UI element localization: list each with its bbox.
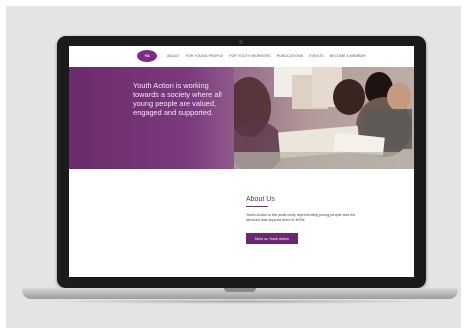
site-navigation: YA About For young people For youth work…	[69, 46, 414, 68]
about-title: About Us	[246, 196, 275, 203]
laptop-shadow	[40, 299, 440, 304]
about-section: About Us Youth Action is the peak body r…	[246, 196, 386, 244]
lid-notch	[224, 288, 256, 292]
more-button[interactable]: More on Youth Action	[246, 233, 298, 244]
nav-item-about[interactable]: About	[167, 54, 180, 58]
nav-item-youth-workers[interactable]: For youth workers	[229, 54, 270, 58]
laptop-screen: YA About For young people For youth work…	[69, 46, 414, 277]
nav-item-events[interactable]: Events	[309, 54, 324, 58]
about-body: Youth Action is the peak body representi…	[246, 213, 356, 222]
nav-menu: About For young people For youth workers…	[167, 54, 366, 58]
nav-item-publications[interactable]: Publications	[277, 54, 304, 58]
hero-banner: Youth Action is working towards a societ…	[69, 67, 414, 169]
hero-tagline: Youth Action is working towards a societ…	[133, 81, 222, 117]
laptop-base	[22, 288, 458, 299]
youth-action-logo[interactable]: YA	[137, 50, 157, 62]
nav-item-become-member[interactable]: Become a member	[330, 54, 366, 58]
hero-photo	[234, 67, 414, 169]
webcam-icon	[239, 40, 243, 44]
nav-item-young-people[interactable]: For young people	[186, 54, 224, 58]
title-underline	[246, 206, 268, 207]
logo-text: YA	[144, 53, 150, 58]
